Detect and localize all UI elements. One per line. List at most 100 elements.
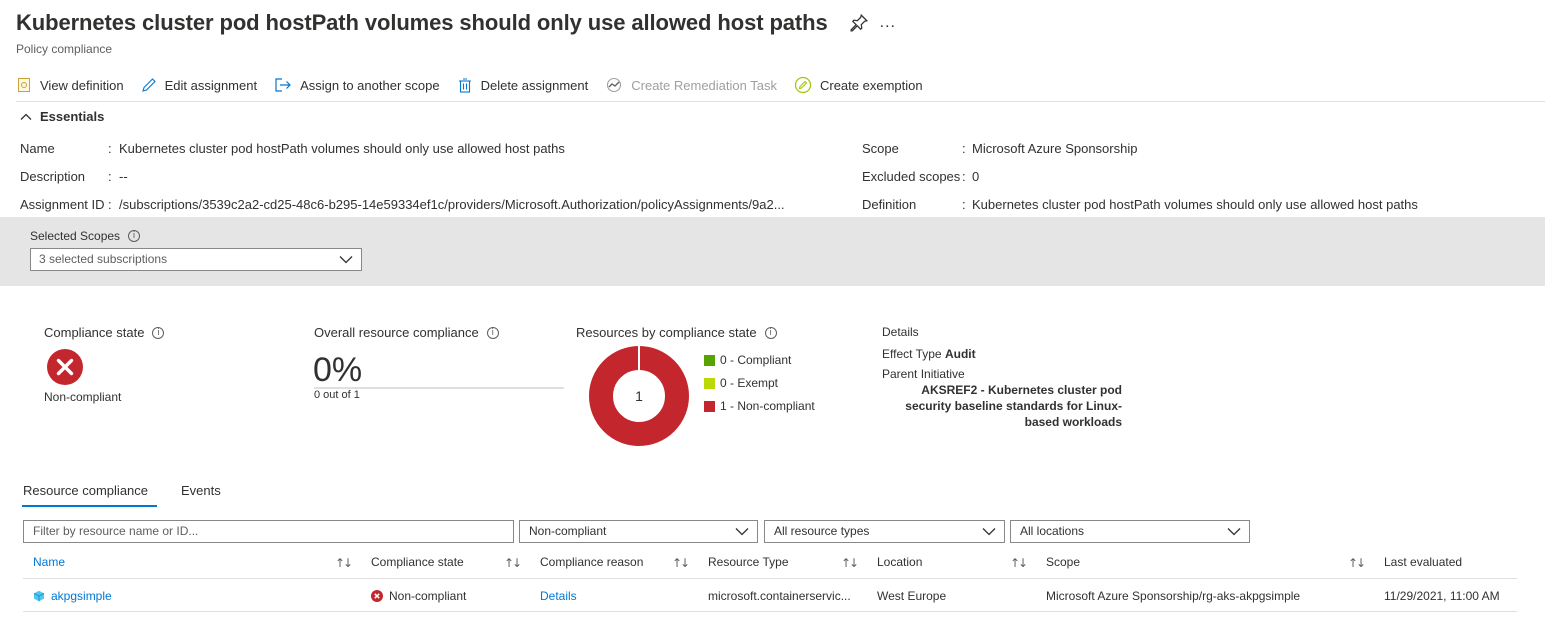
create-exemption-label: Create exemption: [819, 77, 923, 93]
essentials-description-row: Description: --: [20, 169, 128, 184]
assignment-id-value: /subscriptions/3539c2a2-cd25-48c6-b295-1…: [119, 197, 785, 212]
view-definition-button[interactable]: View definition: [16, 77, 124, 93]
tab-events[interactable]: Events: [181, 483, 221, 498]
colon: :: [962, 169, 966, 184]
sort-icon[interactable]: ↑↓: [504, 556, 522, 570]
effect-type-label: Effect Type: [882, 347, 942, 361]
colon: :: [962, 197, 966, 212]
legend-compliant[interactable]: 0 - Compliant: [704, 353, 791, 367]
info-icon[interactable]: i: [152, 326, 165, 339]
column-header-last-evaluated[interactable]: Last evaluated: [1384, 555, 1462, 569]
legend-exempt[interactable]: 0 - Exempt: [704, 376, 778, 390]
column-header-compliance-state[interactable]: Compliance state: [371, 555, 464, 569]
row-location: West Europe: [877, 589, 947, 603]
chevron-down-icon: [735, 528, 749, 536]
sort-icon[interactable]: ↑↓: [1348, 556, 1366, 570]
selected-scopes-label-row: Selected Scopes i: [30, 229, 141, 243]
chevron-down-icon: [1227, 528, 1241, 536]
info-icon[interactable]: i: [486, 326, 499, 339]
delete-assignment-button[interactable]: Delete assignment: [457, 77, 589, 93]
table-row: akpgsimple: [33, 589, 112, 603]
selected-scopes-dropdown[interactable]: 3 selected subscriptions: [30, 248, 362, 271]
create-exemption-button[interactable]: Create exemption: [794, 76, 923, 94]
pin-icon[interactable]: [850, 14, 868, 32]
excluded-scopes-label: Excluded scopes: [862, 169, 961, 184]
essentials-name-row: Name: Kubernetes cluster pod hostPath vol…: [20, 141, 565, 156]
edit-assignment-label: Edit assignment: [164, 77, 258, 93]
legend-compliant-label: 0 - Compliant: [720, 353, 792, 367]
sort-icon[interactable]: ↑↓: [672, 556, 690, 570]
legend-swatch-non-compliant: [704, 400, 715, 412]
legend-non-compliant-label: 1 - Non-compliant: [720, 399, 815, 413]
more-options-icon[interactable]: ...: [880, 14, 896, 32]
colon: :: [108, 169, 112, 184]
definition-value: Kubernetes cluster pod hostPath volumes …: [972, 197, 1418, 212]
create-remediation-button[interactable]: Create Remediation Task: [605, 77, 777, 93]
sort-icon[interactable]: ↑↓: [1010, 556, 1028, 570]
compliance-filter-dropdown[interactable]: Non-compliant: [519, 520, 758, 543]
compliance-state-heading: Compliance state i: [44, 325, 165, 340]
effect-type-value: Audit: [944, 347, 976, 361]
name-label: Name: [20, 141, 55, 156]
compliance-state-value: Non-compliant: [44, 390, 122, 404]
name-value: Kubernetes cluster pod hostPath volumes …: [119, 141, 565, 156]
document-icon: [18, 78, 30, 92]
edit-assignment-button[interactable]: Edit assignment: [141, 77, 258, 93]
kubernetes-cube-icon: [33, 590, 45, 602]
row-resource-type: microsoft.containerservic...: [708, 589, 851, 603]
scope-label: Scope: [862, 141, 899, 156]
resource-name-link[interactable]: akpgsimple: [51, 589, 112, 603]
active-tab-indicator: [22, 505, 157, 507]
sort-icon[interactable]: ↑↓: [335, 556, 353, 570]
compliance-donut-chart[interactable]: 1: [588, 345, 690, 447]
legend-non-compliant[interactable]: 1 - Non-compliant: [704, 399, 815, 413]
colon: :: [962, 141, 966, 156]
colon: :: [108, 141, 112, 156]
resource-type-filter-dropdown[interactable]: All resource types: [764, 520, 1005, 543]
column-header-resource-type[interactable]: Resource Type: [708, 555, 789, 569]
selected-scopes-value: 3 selected subscriptions: [39, 252, 168, 266]
location-filter-dropdown[interactable]: All locations: [1010, 520, 1250, 543]
parent-initiative-label: Parent Initiative: [882, 367, 965, 381]
info-icon[interactable]: i: [764, 326, 777, 339]
scope-value: Microsoft Azure Sponsorship: [972, 141, 1138, 156]
assign-to-scope-button[interactable]: Assign to another scope: [274, 77, 440, 93]
definition-label: Definition: [862, 197, 917, 212]
essentials-assignment-id-row: Assignment ID: /subscriptions/3539c2a2-cd…: [20, 197, 785, 212]
column-header-compliance-reason[interactable]: Compliance reason: [540, 555, 643, 569]
view-definition-label: View definition: [40, 77, 124, 93]
chevron-down-icon: [339, 256, 353, 264]
overall-compliance-percent: 0%: [313, 351, 363, 389]
error-circle-icon: [371, 590, 383, 602]
command-bar: View definition Edit assignment Assign t…: [16, 72, 940, 98]
row-last-evaluated: 11/29/2021, 11:00 AM: [1384, 589, 1500, 603]
column-header-name[interactable]: Name: [33, 555, 65, 569]
essentials-scope-row: Scope: Microsoft Azure Sponsorship: [862, 141, 1137, 156]
resource-filter-input[interactable]: Filter by resource name or ID...: [23, 520, 514, 543]
resources-by-state-heading: Resources by compliance state i: [576, 325, 777, 340]
essentials-toggle[interactable]: Essentials: [20, 109, 104, 124]
resource-type-filter-value: All resource types: [774, 524, 870, 538]
create-remediation-label: Create Remediation Task: [631, 77, 777, 93]
row-scope: Microsoft Azure Sponsorship/rg-aks-akpgs…: [1046, 589, 1301, 603]
exemption-icon: [794, 76, 812, 94]
column-header-scope[interactable]: Scope: [1046, 555, 1080, 569]
table-header-divider: [23, 578, 1517, 579]
page-subtitle: Policy compliance: [16, 42, 113, 56]
page-header: Kubernetes cluster pod hostPath volumes …: [16, 10, 896, 36]
chevron-up-icon: [20, 113, 32, 120]
essentials-definition-row: Definition: Kubernetes cluster pod hostPa…: [862, 197, 1418, 212]
compliance-reason-details-link[interactable]: Details: [540, 589, 577, 603]
parent-initiative-value[interactable]: AKSREF2 - Kubernetes cluster pod securit…: [882, 382, 1122, 430]
assign-arrow-icon: [275, 78, 291, 92]
legend-swatch-compliant: [704, 354, 715, 366]
overall-compliance-label: Overall resource compliance: [314, 325, 479, 340]
delete-assignment-label: Delete assignment: [480, 77, 589, 93]
sort-icon[interactable]: ↑↓: [841, 556, 859, 570]
tab-resource-compliance[interactable]: Resource compliance: [23, 483, 148, 498]
column-header-location[interactable]: Location: [877, 555, 922, 569]
essentials-label: Essentials: [40, 109, 105, 124]
info-icon[interactable]: i: [128, 230, 141, 242]
donut-total: 1: [635, 388, 643, 404]
overall-compliance-count: 0 out of 1: [314, 389, 360, 401]
